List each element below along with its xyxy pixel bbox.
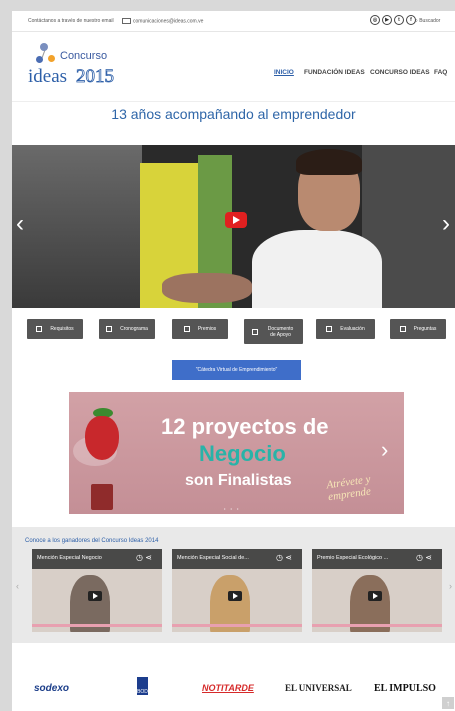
strawberry-image — [85, 416, 119, 460]
preguntas-button[interactable]: Preguntas — [390, 319, 446, 339]
hero-prev-arrow-icon[interactable]: ‹ — [16, 210, 24, 238]
video-stripe — [32, 624, 162, 627]
documento-de-apoyo-button[interactable]: Documento de Apoyo — [244, 319, 303, 344]
twitter-icon[interactable]: t — [394, 15, 404, 25]
hero-next-arrow-icon[interactable]: › — [442, 210, 450, 238]
envelope-icon — [122, 18, 131, 24]
video-play-icon[interactable] — [368, 591, 382, 601]
email-text: comunicaciones@ideas.com.ve — [133, 18, 204, 25]
clock-share-icon[interactable]: ◷ ⋖ — [276, 553, 292, 562]
preguntas-label: Preguntas — [413, 326, 437, 332]
contact-text: Contáctanos a través de nuestro email — [28, 18, 114, 24]
nav-inicio[interactable]: INICIO — [274, 69, 294, 76]
square-icon — [251, 328, 258, 335]
evaluacion-button[interactable]: Evaluación — [316, 319, 375, 339]
social-icons: ◎ ▶ t f — [370, 15, 416, 25]
logo[interactable]: Concurso ideas 2015 — [26, 39, 126, 94]
logo-ideas: ideas — [28, 66, 68, 87]
logo-molecule-orange — [48, 55, 55, 62]
banner-pagination-dots[interactable]: • • • — [224, 506, 240, 511]
logo-molecule-top — [40, 43, 48, 51]
winners-prev-arrow-icon[interactable]: ‹ — [16, 581, 19, 591]
el-impulso-logo[interactable]: EL IMPULSO — [374, 683, 436, 694]
notitarde-logo[interactable]: NOTITARDE — [202, 683, 254, 693]
banner-line-2: Negocio — [199, 441, 286, 466]
catedra-virtual-button[interactable]: "Cátedra Virtual de Emprendimiento" — [172, 360, 301, 380]
top-bar: Contáctanos a través de nuestro email co… — [12, 11, 455, 32]
documento-de-apoyo-label: Documento de Apoyo — [267, 325, 294, 338]
video-card[interactable]: Mención Especial Negocio ◷ ⋖ — [32, 549, 162, 632]
search-icon: ⌕ — [415, 18, 418, 24]
finalists-banner[interactable]: 12 proyectos de Negocio son Finalistas A… — [69, 392, 404, 514]
video-play-icon[interactable] — [88, 591, 102, 601]
page-headline: 13 años acompañando al emprendedor — [111, 106, 356, 122]
banner-line-1: 12 proyectos de — [161, 414, 329, 439]
scroll-to-top-button[interactable]: ↑ — [442, 697, 454, 709]
video-card[interactable]: Premio Especial Ecológico ... ◷ ⋖ — [312, 549, 442, 632]
search-label: Buscador — [419, 18, 441, 24]
video-card[interactable]: Mención Especial Social de... ◷ ⋖ — [172, 549, 302, 632]
winners-section: Conoce a los ganadores del Concurso Idea… — [12, 527, 455, 643]
jar-image — [91, 484, 113, 510]
video-stripe — [172, 624, 302, 627]
header: Concurso ideas 2015 INICIO FUNDACIÓN IDE… — [12, 31, 455, 102]
video-title: Mención Especial Social de... — [177, 555, 249, 561]
youtube-play-icon[interactable] — [225, 212, 247, 228]
cronograma-button[interactable]: Cronograma — [99, 319, 155, 339]
video-play-icon[interactable] — [228, 591, 242, 601]
premios-button[interactable]: Premios — [172, 319, 228, 339]
banner-next-arrow-icon[interactable]: › — [381, 437, 388, 463]
square-icon — [106, 326, 113, 332]
clock-share-icon[interactable]: ◷ ⋖ — [416, 553, 432, 562]
video-title: Premio Especial Ecológico ... — [317, 555, 389, 561]
premios-label: Premios — [197, 326, 217, 332]
nav-fundacion-ideas[interactable]: FUNDACIÓN IDEAS — [304, 69, 365, 76]
square-icon — [36, 326, 43, 332]
nav-faq[interactable]: FAQ — [434, 69, 447, 76]
cronograma-label: Cronograma — [120, 326, 148, 332]
nav-concurso-ideas[interactable]: CONCURSO IDEAS — [370, 69, 430, 76]
sponsor-logos: sodexo BOD NOTITARDE EL UNIVERSAL EL IMP… — [12, 673, 455, 703]
youtube-icon[interactable]: ▶ — [382, 15, 392, 25]
instagram-icon[interactable]: ◎ — [370, 15, 380, 25]
requisitos-button[interactable]: Requisitos — [27, 319, 83, 339]
arrow-up-icon: ↑ — [446, 698, 450, 708]
banner-slogan: Atrévete y emprende — [325, 473, 372, 504]
evaluacion-label: Evaluación — [340, 326, 365, 332]
banner-line-3: son Finalistas — [185, 472, 292, 489]
page: Contáctanos a través de nuestro email co… — [12, 11, 455, 711]
logo-year: 2015 — [76, 66, 115, 88]
square-icon — [399, 326, 406, 332]
square-icon — [183, 326, 190, 332]
hero-video[interactable]: ‹ › — [12, 145, 455, 308]
hero-person-hand — [162, 273, 252, 303]
email-link[interactable]: comunicaciones@ideas.com.ve — [122, 18, 203, 24]
bod-logo[interactable]: BOD — [137, 677, 148, 695]
hero-person-shirt — [252, 230, 382, 308]
search-link[interactable]: ⌕ Buscador — [415, 18, 440, 24]
hero-person-hair — [296, 149, 362, 175]
el-universal-logo[interactable]: EL UNIVERSAL — [285, 683, 352, 693]
logo-molecule-blue — [36, 56, 43, 63]
winners-title: Conoce a los ganadores del Concurso Idea… — [25, 538, 159, 544]
requisitos-label: Requisitos — [50, 326, 74, 332]
video-stripe — [312, 624, 442, 627]
hero-background — [12, 145, 142, 308]
square-icon — [326, 326, 333, 332]
logo-concurso: Concurso — [60, 50, 108, 62]
clock-share-icon[interactable]: ◷ ⋖ — [136, 553, 152, 562]
sodexo-logo[interactable]: sodexo — [34, 683, 69, 694]
winners-next-arrow-icon[interactable]: › — [449, 581, 452, 591]
video-title: Mención Especial Negocio — [37, 555, 102, 561]
